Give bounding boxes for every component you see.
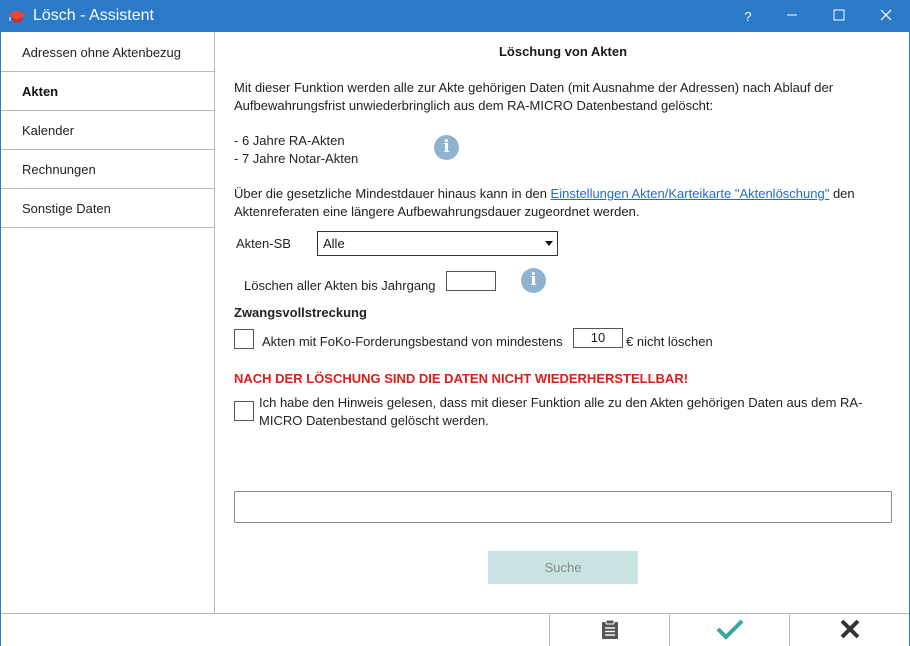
jahrgang-info-icon[interactable]: i: [521, 268, 546, 293]
info-icon[interactable]: i: [434, 135, 459, 160]
clipboard-icon: [601, 619, 619, 643]
minimize-button[interactable]: [769, 1, 815, 32]
sidebar-item-adressen[interactable]: Adressen ohne Aktenbezug: [1, 33, 214, 72]
foko-label-before: Akten mit FoKo-Forderungsbestand von min…: [262, 334, 563, 349]
sidebar-item-kalender[interactable]: Kalender: [1, 111, 214, 150]
search-button-label: Suche: [544, 560, 582, 575]
dropdown-arrow-icon: [545, 241, 553, 246]
result-field[interactable]: [234, 491, 892, 523]
losch-assistent-window: Lösch - Assistent ? Adressen ohne Aktenb…: [0, 0, 910, 646]
foko-amount-value: 10: [590, 330, 606, 345]
jahrgang-input[interactable]: [446, 271, 496, 291]
page-title: Löschung von Akten: [498, 44, 628, 59]
sidebar-item-akten[interactable]: Akten: [1, 72, 214, 111]
akten-sb-label: Akten-SB: [236, 236, 291, 251]
main-content: Löschung von Akten Mit dieser Funktion w…: [216, 32, 910, 613]
title-bar: Lösch - Assistent ?: [1, 1, 909, 32]
sidebar-item-label: Adressen ohne Aktenbezug: [22, 45, 182, 60]
ok-button[interactable]: [669, 614, 789, 646]
maximize-button[interactable]: [816, 1, 862, 32]
checkmark-icon: [716, 618, 744, 643]
sidebar-item-label: Kalender: [22, 123, 75, 138]
app-logo-icon: [7, 8, 27, 26]
search-button[interactable]: Suche: [488, 551, 638, 584]
sidebar-item-sonstige-daten[interactable]: Sonstige Daten: [1, 189, 214, 228]
help-label: ?: [744, 9, 752, 24]
retention-ra-text: - 6 Jahre RA-Akten: [234, 133, 345, 148]
minimize-icon: [786, 9, 798, 24]
settings-link[interactable]: Einstellungen Akten/Karteikarte "Aktenlö…: [551, 186, 830, 201]
extra-text-line-1: Über die gesetzliche Mindestdauer hinaus…: [234, 185, 855, 203]
extra-text-line-2: Aktenreferaten eine längere Aufbewahrung…: [234, 204, 640, 219]
foko-checkbox[interactable]: [234, 329, 254, 349]
foko-amount-input[interactable]: 10: [573, 328, 623, 348]
sidebar-item-label: Sonstige Daten: [22, 201, 111, 216]
extra-text-prefix: Über die gesetzliche Mindestdauer hinaus…: [234, 186, 551, 201]
intro-text-line-1: Mit dieser Funktion werden alle zur Akte…: [234, 80, 834, 95]
sidebar-item-label: Akten: [22, 84, 59, 99]
intro-text-line-2: Aufbewahrungsfrist unwiederbringlich aus…: [234, 98, 714, 113]
retention-notar-text: - 7 Jahre Notar-Akten: [234, 151, 359, 166]
cancel-button[interactable]: [789, 614, 909, 646]
warning-text: NACH DER LÖSCHUNG SIND DIE DATEN NICHT W…: [234, 371, 689, 386]
extra-text-suffix: den: [829, 186, 855, 201]
akten-sb-select[interactable]: Alle: [317, 231, 558, 256]
confirm-checkbox[interactable]: [234, 401, 254, 421]
close-window-icon: [880, 9, 892, 24]
confirm-text-line-1: Ich habe den Hinweis gelesen, dass mit d…: [259, 395, 863, 410]
sidebar-item-label: Rechnungen: [22, 162, 96, 177]
window-title: Lösch - Assistent: [33, 7, 154, 24]
close-window-button[interactable]: [863, 1, 909, 32]
sidebar: Adressen ohne Aktenbezug Akten Kalender …: [1, 32, 215, 613]
sidebar-item-rechnungen[interactable]: Rechnungen: [1, 150, 214, 189]
maximize-icon: [833, 9, 845, 24]
akten-sb-value: Alle: [323, 236, 345, 251]
confirm-text-line-2: MICRO Datenbestand gelöscht werden.: [259, 413, 489, 428]
clipboard-button[interactable]: [549, 614, 669, 646]
close-icon: [840, 619, 860, 642]
help-button[interactable]: ?: [725, 1, 771, 32]
foko-label-after: € nicht löschen: [626, 334, 713, 349]
zwangsvollstreckung-heading: Zwangsvollstreckung: [234, 305, 367, 320]
bottom-toolbar: [1, 613, 909, 646]
jahrgang-label: Löschen aller Akten bis Jahrgang: [244, 278, 436, 293]
